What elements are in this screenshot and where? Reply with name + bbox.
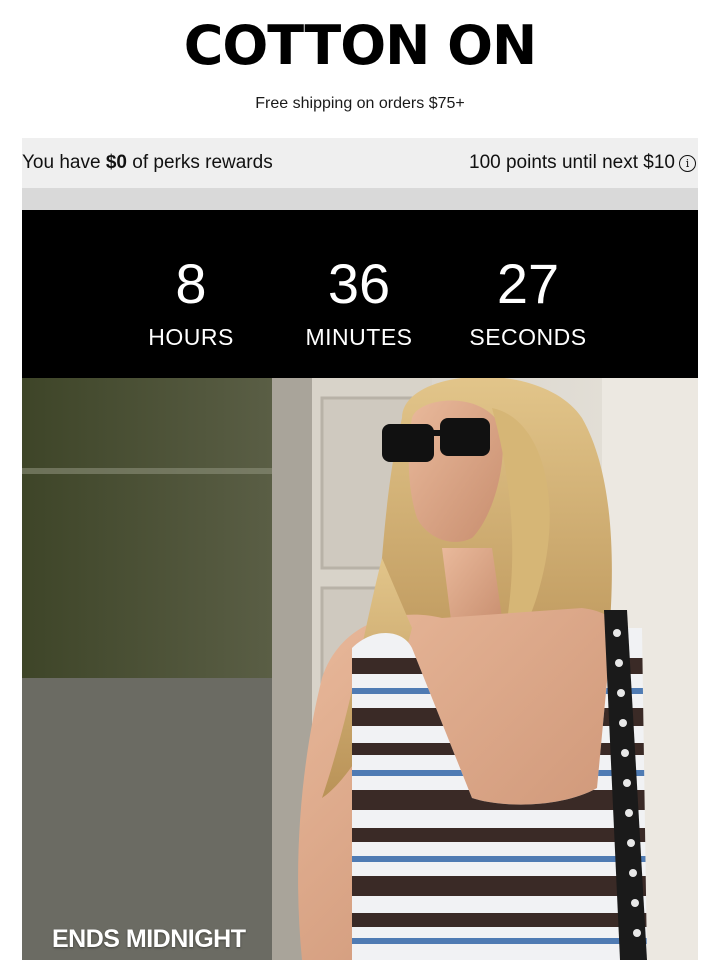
hero-image[interactable]: ENDS MIDNIGHT [22,378,698,960]
points-status: 100 points until next $10 i [469,152,698,174]
perks-bar: You have $0 of perks rewards 100 points … [22,138,698,188]
email-page: COTTON ON Free shipping on orders $75+ Y… [0,0,720,960]
shipping-banner: Free shipping on orders $75+ [255,95,465,112]
minutes-value: 36 [327,252,391,315]
minutes-label: MINUTES [305,324,413,350]
countdown-hours: 8 HOURS [121,252,261,352]
hours-value: 8 [175,252,207,315]
perks-balance: You have $0 of perks rewards [22,152,273,174]
info-circle-icon[interactable]: i [679,154,696,172]
perks-prefix: You have [22,152,106,173]
hours-label: HOURS [148,324,234,350]
brand-logo[interactable]: COTTON ON [0,14,720,78]
countdown-timer: 8 HOURS 36 MINUTES 27 SECONDS [22,210,698,378]
divider-bar [22,188,698,210]
seconds-value: 27 [496,252,560,315]
hero-photo-illustration [22,378,698,960]
seconds-label: SECONDS [469,324,587,350]
countdown-minutes: 36 MINUTES [289,252,429,352]
perks-suffix: of perks rewards [126,152,273,173]
perks-amount: $0 [105,152,127,173]
ends-midnight-caption: ENDS MIDNIGHT [52,925,246,953]
countdown-seconds: 27 SECONDS [458,252,598,352]
points-text: 100 points until next $10 [469,152,675,173]
